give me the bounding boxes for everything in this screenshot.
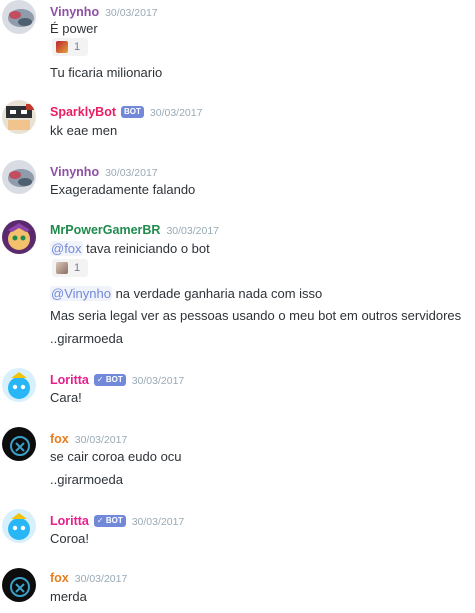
timestamp: 30/03/2017	[131, 375, 185, 387]
avatar[interactable]	[2, 509, 36, 543]
timestamp: 30/03/2017	[74, 434, 128, 446]
emoji-icon	[56, 41, 68, 53]
message-text: @fox tava reiniciando o bot	[50, 240, 210, 258]
message-group: fox 30/03/2017 se cair coroa eudo ocu ..g…	[0, 427, 475, 497]
username[interactable]: SparklyBot	[50, 105, 116, 119]
verified-bot-badge: ✓ BOT	[93, 515, 126, 527]
reaction-button[interactable]: 1	[52, 259, 88, 277]
avatar[interactable]	[2, 427, 36, 461]
message-header: Loritta ✓ BOT 30/03/2017	[50, 512, 184, 530]
user-mention[interactable]: @Vinynho	[50, 286, 112, 301]
bot-badge: BOT	[121, 106, 144, 118]
loritta-avatar-icon	[2, 368, 36, 402]
mrpower-avatar-icon	[2, 220, 36, 254]
message-header: fox 30/03/2017	[50, 569, 127, 587]
timestamp: 30/03/2017	[149, 107, 203, 119]
message-text: kk eae men	[50, 123, 118, 138]
user-mention[interactable]: @fox	[50, 241, 83, 256]
avatar[interactable]	[2, 220, 36, 254]
message-group: SparklyBot BOT 30/03/2017 kk eae men	[0, 100, 475, 150]
message-group: Vinynho 30/03/2017 É power 1 Tu ficaria m…	[0, 0, 475, 95]
reaction-count: 1	[74, 41, 81, 53]
username[interactable]: MrPowerGamerBR	[50, 223, 160, 237]
username[interactable]: Vinynho	[50, 5, 99, 19]
message-text: merda	[50, 589, 87, 604]
message-text: Coroa!	[50, 531, 90, 546]
reaction-button[interactable]: 1	[52, 38, 88, 56]
message-text: Mas seria legal ver as pessoas usando o …	[50, 308, 462, 323]
message-header: fox 30/03/2017	[50, 430, 127, 448]
message-group: Loritta ✓ BOT 30/03/2017 Cara!	[0, 368, 475, 418]
message-text: ..girarmoeda	[50, 472, 123, 487]
message-group: MrPowerGamerBR 30/03/2017 @fox tava reini…	[0, 220, 475, 350]
message-group: Vinynho 30/03/2017 Exageradamente falando	[0, 160, 475, 210]
message-text: Cara!	[50, 390, 82, 405]
avatar[interactable]	[2, 160, 36, 194]
reaction-count: 1	[74, 262, 81, 274]
username[interactable]: fox	[50, 432, 69, 446]
message-group: Loritta ✓ BOT 30/03/2017 Coroa!	[0, 509, 475, 559]
message-text: Tu ficaria milionario	[50, 65, 163, 80]
sparklybot-avatar-icon	[2, 100, 36, 134]
emoji-icon	[56, 262, 68, 274]
username[interactable]: Loritta	[50, 514, 89, 528]
message-header: MrPowerGamerBR 30/03/2017	[50, 221, 219, 239]
message-group: fox 30/03/2017 merda	[0, 568, 475, 613]
message-header: Loritta ✓ BOT 30/03/2017	[50, 371, 184, 389]
username[interactable]: Loritta	[50, 373, 89, 387]
timestamp: 30/03/2017	[166, 225, 220, 237]
message-header: Vinynho 30/03/2017	[50, 163, 158, 181]
verified-bot-badge: ✓ BOT	[93, 374, 126, 386]
username[interactable]: fox	[50, 571, 69, 585]
username[interactable]: Vinynho	[50, 165, 99, 179]
avatar[interactable]	[2, 100, 36, 134]
avatar[interactable]	[2, 568, 36, 602]
message-text-span: na verdade ganharia nada com isso	[111, 286, 323, 301]
avatar[interactable]	[2, 368, 36, 402]
avatar[interactable]	[2, 0, 36, 34]
message-text: se cair coroa eudo ocu	[50, 449, 182, 464]
message-text: É power	[50, 21, 98, 36]
timestamp: 30/03/2017	[74, 573, 128, 585]
message-header: SparklyBot BOT 30/03/2017	[50, 103, 202, 121]
message-header: Vinynho 30/03/2017	[50, 3, 158, 21]
fox-avatar-icon	[2, 427, 36, 461]
timestamp: 30/03/2017	[105, 7, 158, 19]
loritta-avatar-icon	[2, 509, 36, 543]
vinynho-avatar-icon	[2, 160, 36, 194]
message-text: @Vinynho na verdade ganharia nada com is…	[50, 285, 322, 303]
message-text: ..girarmoeda	[50, 331, 123, 346]
fox-avatar-icon	[2, 568, 36, 602]
timestamp: 30/03/2017	[131, 516, 185, 528]
vinynho-avatar-icon	[2, 0, 36, 34]
timestamp: 30/03/2017	[105, 167, 158, 179]
message-text: Exageradamente falando	[50, 182, 196, 197]
message-text-span: tava reiniciando o bot	[82, 241, 210, 256]
